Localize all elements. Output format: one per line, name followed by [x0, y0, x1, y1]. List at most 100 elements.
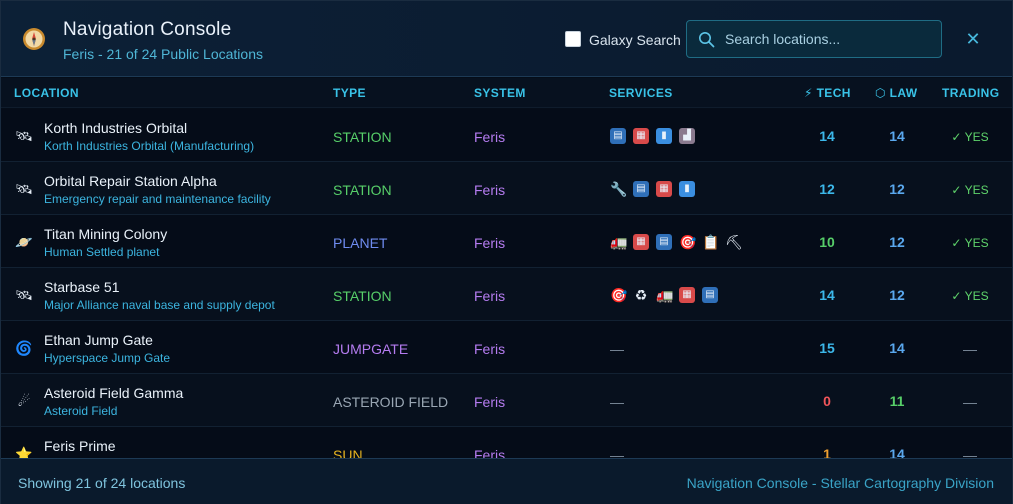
law-level: 12 [889, 234, 905, 250]
star-icon: ⭐ [15, 446, 33, 458]
law-level: 12 [889, 287, 905, 303]
column-header-trading[interactable]: TRADING [942, 86, 999, 100]
location-description: Hyperspace Jump Gate [44, 351, 171, 365]
galaxy-search-label[interactable]: Galaxy Search [589, 32, 681, 48]
location-system: Feris [474, 341, 506, 357]
factory-icon: ▟ [679, 128, 695, 144]
no-services: — [610, 394, 624, 410]
column-header-system[interactable]: SYSTEM [474, 86, 526, 100]
galaxy-search-checkbox[interactable] [565, 31, 581, 47]
location-type: PLANET [333, 235, 388, 251]
close-button[interactable]: ✕ [961, 27, 985, 51]
target-icon: 🎯 [610, 287, 628, 303]
bank-icon: ▤ [610, 128, 626, 144]
location-type: ASTEROID FIELD [333, 394, 449, 410]
tech-level: 0 [823, 393, 831, 409]
table-row[interactable]: 🛰 Starbase 51 Major Alliance naval base an… [1, 268, 1012, 321]
navigation-console-window: Navigation Console Feris - 21 of 24 Publ… [0, 0, 1013, 504]
law-level: 11 [889, 393, 905, 409]
location-name: Ethan Jump Gate [44, 332, 153, 348]
vortex-icon: 🌀 [15, 340, 33, 356]
table-row[interactable]: 🛰 Korth Industries Orbital Korth Industrie… [1, 109, 1012, 162]
location-description: Korth Industries Orbital (Manufacturing) [44, 139, 255, 153]
column-header-type[interactable]: TYPE [333, 86, 366, 100]
services-list: 🎯 ♻ 🚛 ▦ ▤ [610, 286, 718, 304]
location-name: Titan Mining Colony [44, 226, 168, 242]
column-header-services[interactable]: SERVICES [609, 86, 673, 100]
location-description: Human Settled planet [44, 245, 160, 259]
satellite-icon: 🛰 [15, 128, 33, 144]
location-system: Feris [474, 394, 506, 410]
footer-bar: Showing 21 of 24 locations Navigation Co… [1, 458, 1012, 504]
location-system: Feris [474, 235, 506, 251]
law-level: 14 [889, 446, 905, 458]
planet-icon: 🪐 [15, 234, 33, 250]
tech-level: 12 [819, 181, 835, 197]
lightning-icon: ⚡ [804, 86, 813, 100]
shop-icon: ▦ [679, 287, 695, 303]
trading-status: ✓ YES [951, 236, 989, 250]
bank-icon: ▤ [633, 181, 649, 197]
header-bar: Navigation Console Feris - 21 of 24 Publ… [1, 1, 1012, 77]
law-level: 12 [889, 181, 905, 197]
tech-level: 1 [823, 446, 831, 458]
trading-status: — [963, 394, 977, 410]
shield-icon: ⬡ [875, 86, 886, 100]
location-description: Asteroid Field [44, 404, 118, 418]
shop-icon: ▦ [633, 128, 649, 144]
trading-status: ✓ YES [951, 289, 989, 303]
services-list: 🔧 ▤ ▦ ▮ [610, 180, 695, 198]
column-header-law[interactable]: ⬡ LAW [875, 86, 918, 100]
services-list: ▤ ▦ ▮ ▟ [610, 127, 695, 145]
no-services: — [610, 447, 624, 458]
clipboard-icon: 📋 [702, 234, 720, 250]
compass-icon [23, 28, 45, 50]
table-row[interactable]: 🛰 Orbital Repair Station Alpha Emergency r… [1, 162, 1012, 215]
location-description: Major Alliance naval base and supply dep… [44, 298, 275, 312]
location-name: Korth Industries Orbital [44, 120, 188, 136]
law-level: 14 [889, 340, 905, 356]
column-header-tech[interactable]: ⚡ TECH [804, 86, 851, 100]
shop-icon: ▦ [633, 234, 649, 250]
recycle-icon: ♻ [634, 287, 648, 303]
footer-credit: Navigation Console - Stellar Cartography… [686, 475, 994, 491]
shop-icon: ▦ [656, 181, 672, 197]
locations-table-body: 🛰 Korth Industries Orbital Korth Industrie… [1, 109, 1012, 458]
target-icon: 🎯 [679, 234, 697, 250]
table-row[interactable]: 🪐 Titan Mining Colony Human Settled planet… [1, 215, 1012, 268]
services-list: 🚛 ▦ ▤ 🎯 📋 ⛏ [610, 233, 743, 251]
wrench-icon: 🔧 [610, 181, 628, 197]
truck-icon: 🚛 [610, 234, 628, 250]
location-count: Showing 21 of 24 locations [18, 475, 186, 491]
no-services: — [610, 341, 624, 357]
column-header-location[interactable]: LOCATION [14, 86, 79, 100]
location-system: Feris [474, 129, 506, 145]
column-header-tech-label: TECH [816, 86, 851, 100]
table-row[interactable]: 🌀 Ethan Jump Gate Hyperspace Jump Gate JUMP… [1, 321, 1012, 374]
table-header: LOCATION TYPE SYSTEM SERVICES ⚡ TECH ⬡ L… [1, 78, 1012, 108]
location-system: Feris [474, 288, 506, 304]
location-type: STATION [333, 129, 392, 145]
truck-icon: 🚛 [656, 287, 674, 303]
tech-level: 15 [819, 340, 835, 356]
location-name: Orbital Repair Station Alpha [44, 173, 217, 189]
location-system: Feris [474, 182, 506, 198]
page-subtitle: Feris - 21 of 24 Public Locations [63, 46, 263, 62]
search-input[interactable] [725, 29, 935, 49]
search-box[interactable] [686, 20, 942, 58]
refuel-icon: ▮ [656, 128, 672, 144]
trading-status: — [963, 447, 977, 458]
satellite-icon: 🛰 [15, 181, 33, 197]
refuel-icon: ▮ [679, 181, 695, 197]
tech-level: 14 [819, 287, 835, 303]
search-icon [699, 32, 715, 48]
table-row[interactable]: ⭐ Feris Prime SUN Feris — 1 14 — [1, 427, 1012, 458]
page-title: Navigation Console [63, 19, 232, 40]
location-name: Starbase 51 [44, 279, 120, 295]
table-row[interactable]: ☄ Asteroid Field Gamma Asteroid Field ASTER… [1, 374, 1012, 427]
trading-status: ✓ YES [951, 183, 989, 197]
location-type: SUN [333, 447, 363, 458]
bank-icon: ▤ [656, 234, 672, 250]
location-name: Feris Prime [44, 438, 116, 454]
location-name: Asteroid Field Gamma [44, 385, 184, 401]
